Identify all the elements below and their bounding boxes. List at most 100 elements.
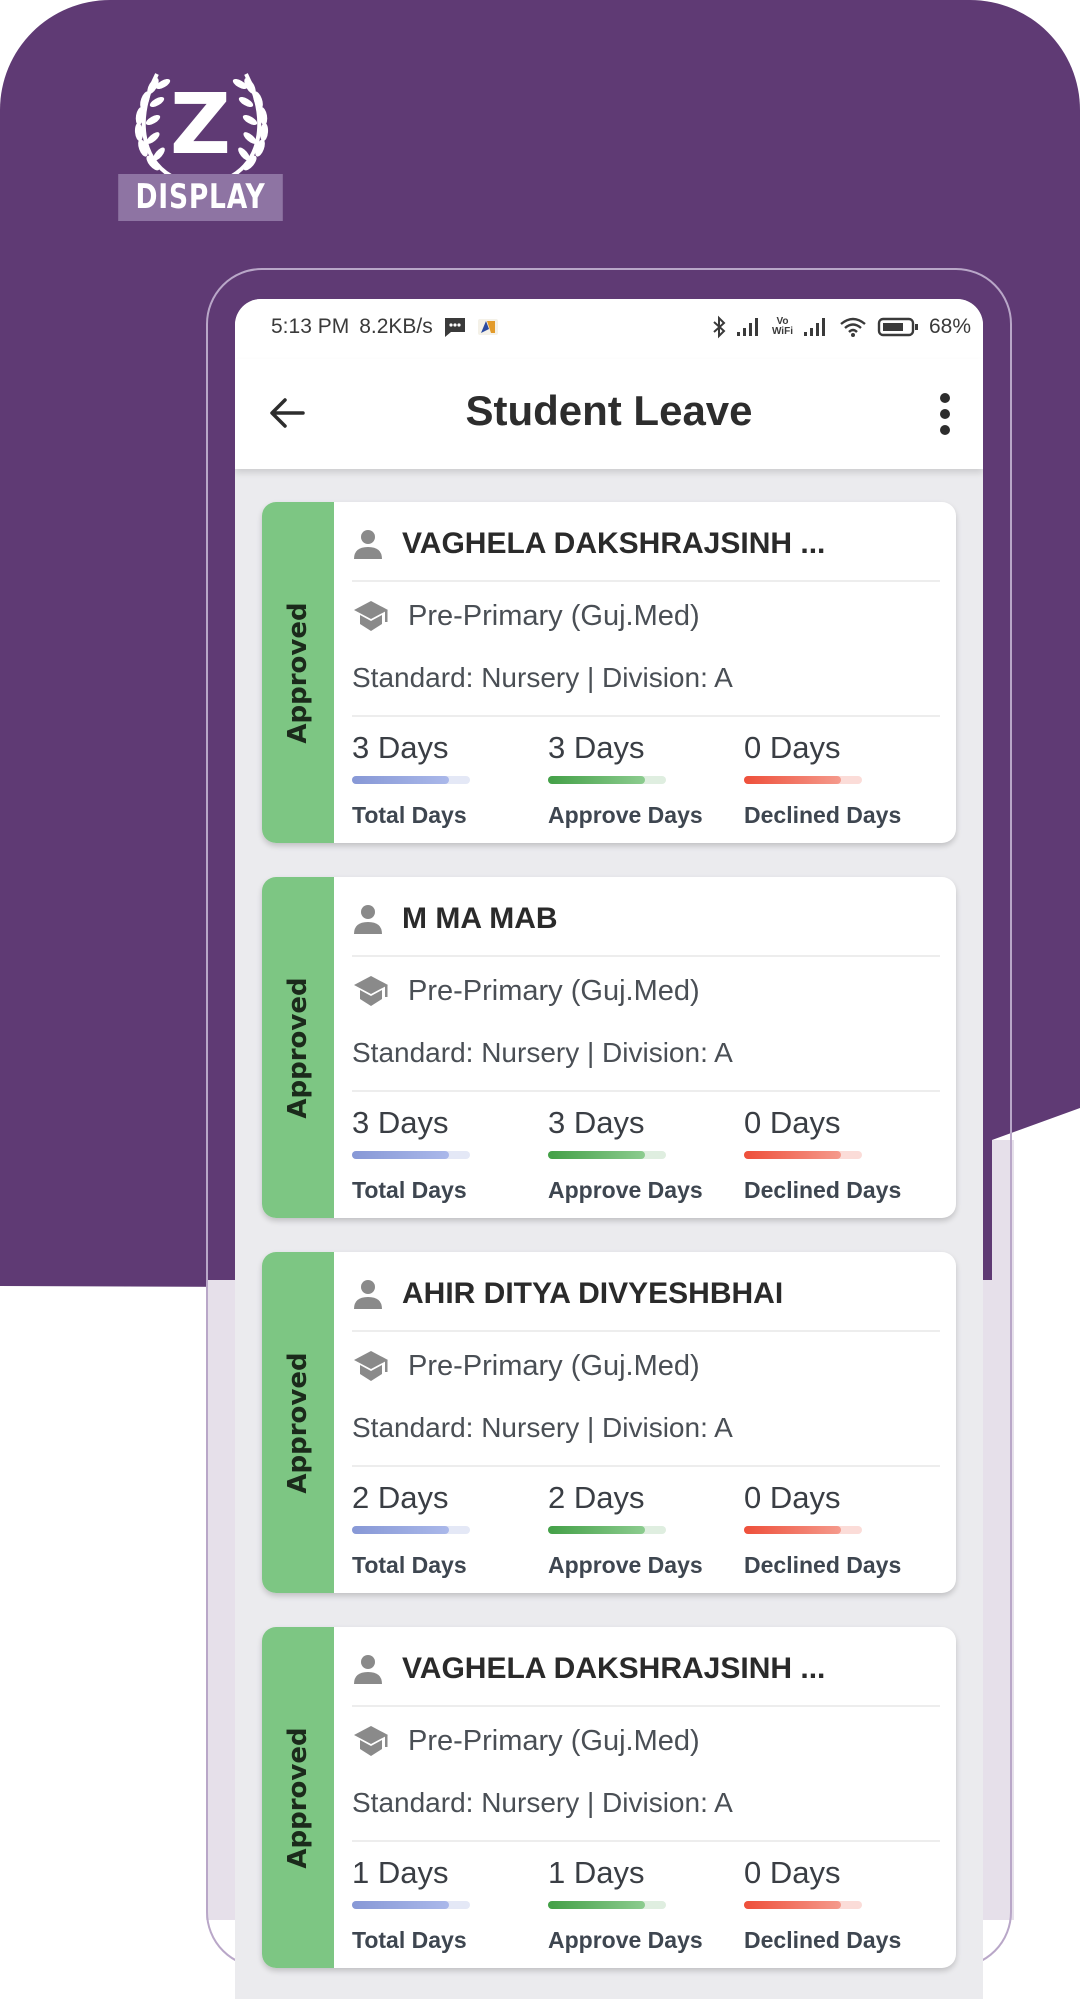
- network-speed: 8.2KB/s: [359, 315, 433, 338]
- declined-days-label: Declined Days: [744, 802, 902, 828]
- declined-days-bar: [744, 1526, 862, 1534]
- approve-days-bar: [548, 1151, 666, 1159]
- standard-division: Standard: Nursery | Division: A: [352, 1787, 733, 1818]
- declined-days-label: Declined Days: [744, 1177, 902, 1203]
- graduation-cap-icon: [354, 1351, 388, 1381]
- declined-days-stat: 0 Days Declined Days: [744, 1480, 934, 1579]
- brand-logo: Z DISPLAY: [95, 62, 306, 222]
- student-row: VAGHELA DAKSHRAJSINH ...: [352, 1647, 825, 1691]
- total-days-bar: [352, 776, 470, 784]
- declined-days-label: Declined Days: [744, 1927, 902, 1953]
- student-name: VAGHELA DAKSHRAJSINH ...: [402, 527, 826, 560]
- declined-days-value: 0 Days: [744, 1855, 841, 1890]
- declined-days-stat: 0 Days Declined Days: [744, 1855, 934, 1954]
- declined-days-bar: [744, 776, 862, 784]
- divider: [352, 955, 940, 957]
- divider: [352, 1705, 940, 1707]
- student-row: AHIR DITYA DIVYESHBHAI: [352, 1272, 783, 1316]
- graduation-cap-icon: [354, 976, 388, 1006]
- approve-days-bar: [548, 1901, 666, 1909]
- total-days-label: Total Days: [352, 1552, 467, 1578]
- app-bar: Student Leave: [235, 359, 983, 469]
- status-bar: 5:13 PM 8.2KB/s Vo WiFi 68%: [235, 299, 983, 359]
- signal-icon: [736, 318, 758, 336]
- graduation-cap-icon: [354, 1726, 388, 1756]
- declined-days-bar-fill: [744, 1901, 841, 1909]
- standard-division: Standard: Nursery | Division: A: [352, 662, 733, 693]
- divider: [352, 1465, 940, 1467]
- school-name: Pre-Primary (Guj.Med): [408, 1349, 700, 1382]
- more-options-button[interactable]: [935, 391, 955, 437]
- school-row: Pre-Primary (Guj.Med): [352, 974, 700, 1008]
- approve-days-label: Approve Days: [548, 1927, 703, 1953]
- battery-icon: [877, 317, 918, 337]
- total-days-value: 3 Days: [352, 730, 449, 765]
- school-name: Pre-Primary (Guj.Med): [408, 599, 700, 632]
- total-days-value: 1 Days: [352, 1855, 449, 1890]
- declined-days-stat: 0 Days Declined Days: [744, 1105, 934, 1204]
- leave-stats: 1 Days Total Days 1 Days Approve Days 0 …: [352, 1855, 940, 1955]
- leave-stats: 3 Days Total Days 3 Days Approve Days 0 …: [352, 730, 940, 830]
- approve-days-value: 2 Days: [548, 1480, 645, 1515]
- leave-card[interactable]: Approved VAGHELA DAKSHRAJSINH ... Pre-Pr…: [262, 502, 956, 843]
- app-notification-icon: [477, 319, 498, 335]
- approve-days-value: 3 Days: [548, 730, 645, 765]
- school-row: Pre-Primary (Guj.Med): [352, 1724, 700, 1758]
- declined-days-value: 0 Days: [744, 730, 841, 765]
- total-days-label: Total Days: [352, 1927, 467, 1953]
- divider: [352, 1840, 940, 1842]
- approve-days-bar-fill: [548, 1901, 645, 1909]
- status-badge: Approved: [262, 1627, 334, 1968]
- leave-card[interactable]: Approved AHIR DITYA DIVYESHBHAI Pre-Prim…: [262, 1252, 956, 1593]
- divider: [352, 715, 940, 717]
- person-icon: [354, 530, 382, 559]
- approve-days-bar-fill: [548, 1526, 645, 1534]
- approve-days-value: 3 Days: [548, 1105, 645, 1140]
- status-time: 5:13 PM: [271, 315, 350, 338]
- school-row: Pre-Primary (Guj.Med): [352, 599, 700, 633]
- bluetooth-icon: [713, 315, 726, 339]
- approve-days-stat: 2 Days Approve Days: [548, 1480, 738, 1579]
- school-name: Pre-Primary (Guj.Med): [408, 1724, 700, 1757]
- student-name: M MA MAB: [402, 902, 558, 935]
- battery-percent: 68%: [928, 315, 971, 338]
- total-days-stat: 1 Days Total Days: [352, 1855, 542, 1954]
- approve-days-value: 1 Days: [548, 1855, 645, 1890]
- approve-days-bar: [548, 776, 666, 784]
- person-icon: [354, 1655, 382, 1684]
- approve-days-bar-fill: [548, 776, 645, 784]
- leave-stats: 3 Days Total Days 3 Days Approve Days 0 …: [352, 1105, 940, 1205]
- person-icon: [354, 1280, 382, 1309]
- graduation-cap-icon: [354, 601, 388, 631]
- person-icon: [354, 905, 382, 934]
- approve-days-label: Approve Days: [548, 1177, 703, 1203]
- total-days-stat: 3 Days Total Days: [352, 1105, 542, 1204]
- page-title: Student Leave: [465, 387, 753, 434]
- leave-stats: 2 Days Total Days 2 Days Approve Days 0 …: [352, 1480, 940, 1580]
- approve-days-stat: 3 Days Approve Days: [548, 1105, 738, 1204]
- approve-days-label: Approve Days: [548, 1552, 703, 1578]
- total-days-stat: 2 Days Total Days: [352, 1480, 542, 1579]
- total-days-bar-fill: [352, 1526, 449, 1534]
- declined-days-value: 0 Days: [744, 1480, 841, 1515]
- total-days-stat: 3 Days Total Days: [352, 730, 542, 829]
- divider: [352, 1090, 940, 1092]
- total-days-label: Total Days: [352, 1177, 467, 1203]
- total-days-bar-fill: [352, 1151, 449, 1159]
- divider: [352, 1330, 940, 1332]
- standard-division: Standard: Nursery | Division: A: [352, 1412, 733, 1443]
- status-badge: Approved: [262, 502, 334, 843]
- student-row: M MA MAB: [352, 897, 558, 941]
- approve-days-stat: 3 Days Approve Days: [548, 730, 738, 829]
- approve-days-label: Approve Days: [548, 802, 703, 828]
- declined-days-bar: [744, 1151, 862, 1159]
- total-days-bar-fill: [352, 1901, 449, 1909]
- declined-days-value: 0 Days: [744, 1105, 841, 1140]
- total-days-bar: [352, 1901, 470, 1909]
- school-row: Pre-Primary (Guj.Med): [352, 1349, 700, 1383]
- approve-days-stat: 1 Days Approve Days: [548, 1855, 738, 1954]
- total-days-bar: [352, 1151, 470, 1159]
- approve-days-bar: [548, 1526, 666, 1534]
- leave-card[interactable]: Approved M MA MAB Pre-Primary (Guj.Med) …: [262, 877, 956, 1218]
- leave-card[interactable]: Approved VAGHELA DAKSHRAJSINH ... Pre-Pr…: [262, 1627, 956, 1968]
